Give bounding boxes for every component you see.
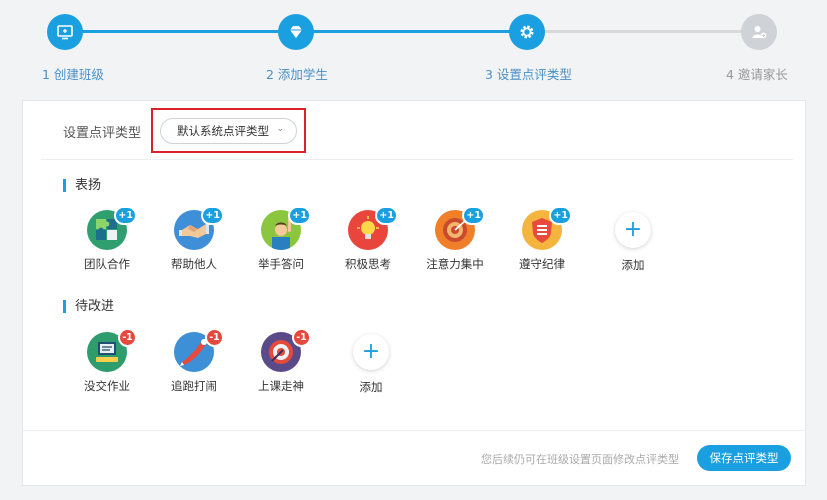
stepper-line-remaining — [527, 30, 760, 33]
praise-item-active-thinking[interactable]: +1 积极思考 — [330, 206, 406, 272]
praise-item-help-others[interactable]: +1 帮助他人 — [156, 206, 232, 272]
item-label: 上课走神 — [258, 379, 304, 393]
improve-item-distracted[interactable]: -1 上课走神 — [243, 328, 319, 394]
step-3-label: 3 设置点评类型 — [485, 67, 572, 82]
review-type-dropdown[interactable]: 默认系统点评类型 ⌄ — [160, 118, 297, 144]
plus-icon: + — [615, 212, 651, 248]
praise-badge: +1 — [114, 206, 137, 225]
improve-add-button[interactable]: + 添加 — [333, 332, 409, 395]
item-label: 遵守纪律 — [519, 257, 565, 271]
gear-icon — [520, 25, 534, 39]
praise-item-teamwork[interactable]: +1 团队合作 — [69, 206, 145, 272]
praise-badge: +1 — [201, 206, 224, 225]
improve-badge: -1 — [118, 328, 137, 347]
chevron-down-icon: ⌄ — [276, 124, 284, 134]
step-1-circle[interactable] — [47, 14, 83, 50]
improve-item-running[interactable]: -1 追跑打闹 — [156, 328, 232, 394]
step-2-label: 2 添加学生 — [266, 67, 328, 82]
praise-badge: +1 — [549, 206, 572, 225]
add-user-icon — [752, 26, 767, 39]
item-label: 追跑打闹 — [171, 379, 217, 393]
improve-badge: -1 — [292, 328, 311, 347]
improve-item-no-homework[interactable]: -1 没交作业 — [69, 328, 145, 394]
divider — [41, 159, 793, 160]
step-2-circle[interactable] — [278, 14, 314, 50]
praise-badge: +1 — [288, 206, 311, 225]
item-label: 团队合作 — [84, 257, 130, 271]
item-label: 帮助他人 — [171, 257, 217, 271]
item-label: 没交作业 — [84, 379, 130, 393]
progress-stepper: 1 创建班级 2 添加学生 3 设置点评类型 4 邀请家长 — [0, 0, 827, 100]
review-type-selected: 默认系统点评类型 — [177, 124, 269, 138]
praise-badge: +1 — [375, 206, 398, 225]
add-label: 添加 — [359, 380, 383, 394]
praise-item-discipline[interactable]: +1 遵守纪律 — [504, 206, 580, 272]
praise-badge: +1 — [462, 206, 485, 225]
item-label: 注意力集中 — [426, 257, 484, 271]
plus-icon: + — [353, 334, 389, 370]
praise-item-raise-hand[interactable]: +1 举手答问 — [243, 206, 319, 272]
improve-section-title: 待改进 — [63, 300, 114, 313]
item-label: 积极思考 — [345, 257, 391, 271]
step-3-circle[interactable] — [509, 14, 545, 50]
step-4-label: 4 邀请家长 — [726, 67, 788, 82]
review-type-row: 设置点评类型 默认系统点评类型 ⌄ — [23, 101, 805, 159]
step-1-label: 1 创建班级 — [42, 67, 104, 82]
review-type-panel: 设置点评类型 默认系统点评类型 ⌄ 表扬 +1 团队合作 +1 帮助他人 +1 … — [22, 100, 806, 486]
item-label: 举手答问 — [258, 257, 304, 271]
step-4-circle[interactable] — [741, 14, 777, 50]
diamond-icon — [290, 26, 302, 38]
review-type-label: 设置点评类型 — [63, 126, 142, 141]
footer-divider — [23, 430, 805, 431]
footer-note: 您后续仍可在班级设置页面修改点评类型 — [481, 453, 679, 466]
monitor-icon — [57, 25, 73, 40]
improve-badge: -1 — [205, 328, 224, 347]
save-review-type-button[interactable]: 保存点评类型 — [697, 445, 791, 471]
add-label: 添加 — [621, 258, 645, 272]
praise-item-focus[interactable]: +1 注意力集中 — [417, 206, 493, 272]
praise-add-button[interactable]: + 添加 — [595, 210, 671, 273]
praise-section-title: 表扬 — [63, 179, 101, 192]
